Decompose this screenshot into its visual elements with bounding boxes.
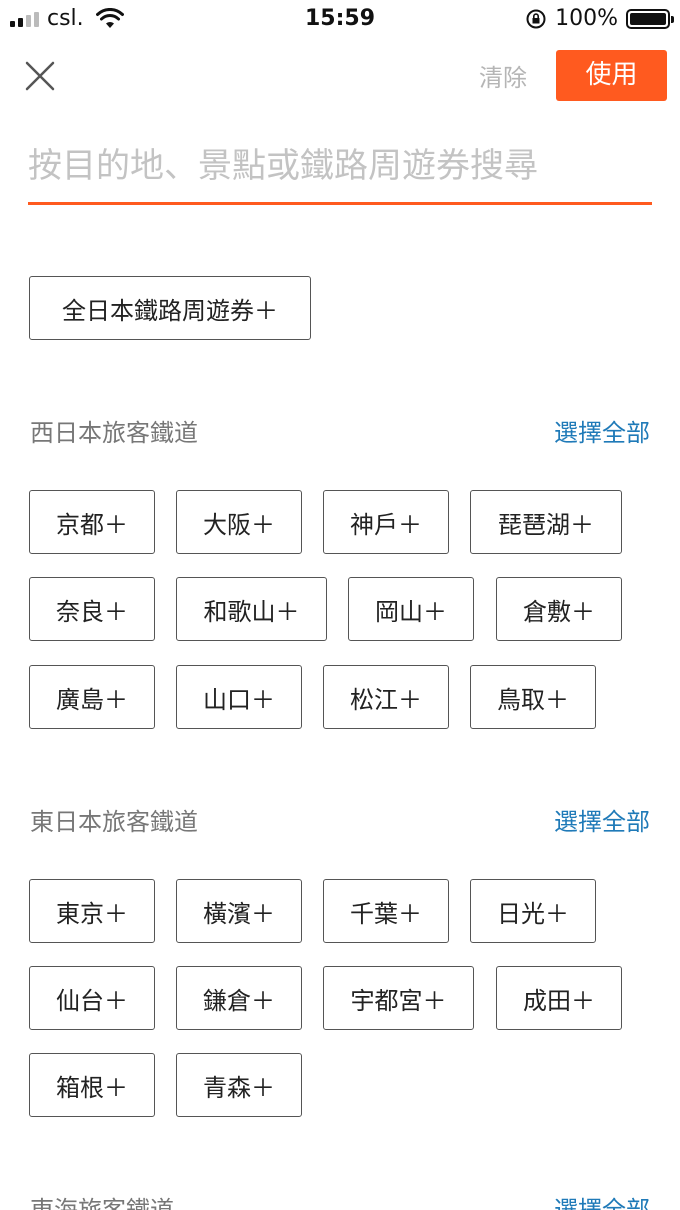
chip-destination[interactable]: 廣島＋ xyxy=(29,665,155,729)
chip-destination[interactable]: 橫濱＋ xyxy=(176,879,302,943)
battery-percent: 100% xyxy=(555,6,618,31)
chip-destination[interactable]: 鎌倉＋ xyxy=(176,966,302,1030)
chip-destination[interactable]: 宇都宮＋ xyxy=(323,966,474,1030)
rotation-lock-icon xyxy=(526,9,546,28)
select-all-west-japan[interactable]: 選擇全部 xyxy=(554,413,650,448)
chip-destination[interactable]: 東京＋ xyxy=(29,879,155,943)
chip-destination[interactable]: 大阪＋ xyxy=(176,490,302,554)
chip-destination[interactable]: 琵琶湖＋ xyxy=(470,490,622,554)
search-input[interactable] xyxy=(28,136,652,196)
chip-all-japan-rail-pass[interactable]: 全日本鐵路周遊券＋ xyxy=(29,276,311,340)
chip-destination[interactable]: 岡山＋ xyxy=(348,577,474,641)
select-all-central-japan[interactable]: 選擇全部 xyxy=(554,1190,650,1210)
chip-destination[interactable]: 山口＋ xyxy=(176,665,302,729)
chip-destination[interactable]: 青森＋ xyxy=(176,1053,302,1117)
battery-icon xyxy=(626,8,674,29)
close-button[interactable] xyxy=(22,58,58,94)
chip-destination[interactable]: 松江＋ xyxy=(323,665,449,729)
chip-destination[interactable]: 成田＋ xyxy=(496,966,622,1030)
chip-destination[interactable]: 倉敷＋ xyxy=(496,577,622,641)
destination-filter-screen: csl. 15:59 100% 清除 使用 按目的地、景點或鐵路周遊券搜尋 全日… xyxy=(0,0,680,1210)
chip-destination[interactable]: 仙台＋ xyxy=(29,966,155,1030)
status-right: 100% xyxy=(525,6,674,31)
chip-destination[interactable]: 奈良＋ xyxy=(29,577,155,641)
chip-destination[interactable]: 鳥取＋ xyxy=(470,665,596,729)
close-icon xyxy=(25,61,55,91)
chip-destination[interactable]: 日光＋ xyxy=(470,879,596,943)
chip-destination[interactable]: 千葉＋ xyxy=(323,879,449,943)
clear-button[interactable]: 清除 xyxy=(470,58,536,98)
chip-destination[interactable]: 京都＋ xyxy=(29,490,155,554)
battery-level xyxy=(630,12,666,25)
chip-destination[interactable]: 箱根＋ xyxy=(29,1053,155,1117)
section-title-west-japan: 西日本旅客鐵道 xyxy=(30,419,198,447)
status-bar: csl. 15:59 100% xyxy=(0,0,680,38)
apply-button[interactable]: 使用 xyxy=(556,50,667,101)
select-all-east-japan[interactable]: 選擇全部 xyxy=(554,802,650,837)
chip-destination[interactable]: 和歌山＋ xyxy=(176,577,327,641)
search-underline xyxy=(28,202,652,205)
chip-destination[interactable]: 神戶＋ xyxy=(323,490,449,554)
section-title-east-japan: 東日本旅客鐵道 xyxy=(30,808,198,836)
section-title-central-japan: 東海旅客鐵道 xyxy=(30,1196,174,1210)
